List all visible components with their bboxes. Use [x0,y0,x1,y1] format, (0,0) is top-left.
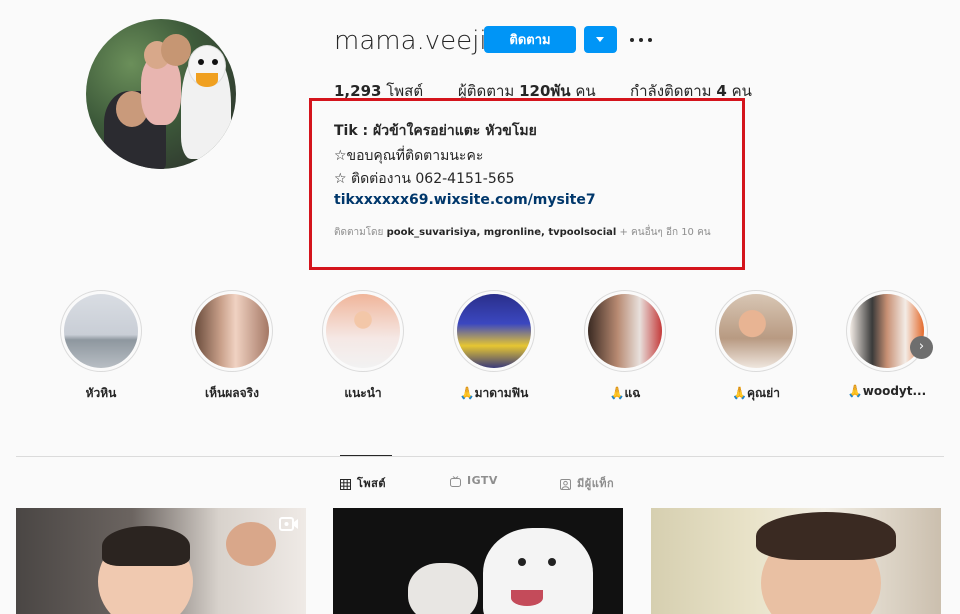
highlight-label: 🙏คุณย่า [732,386,780,400]
username: mama.veeji [334,26,487,56]
bio-line-thanks: ☆ขอบคุณที่ติดตามนะคะ [334,148,484,164]
highlight-woody[interactable] [846,290,928,372]
grid-icon [340,478,351,490]
followed-by[interactable]: ติดตามโดย pook_suvarisiya, mgronline, tv… [334,225,711,240]
highlight-madamfin[interactable] [453,290,535,372]
bio-name: Tik : ผัวข้าใครอย่าแตะ หัวขโมย [334,123,537,139]
highlight-label: 🙏แฉ [609,386,641,400]
more-options-icon[interactable] [628,28,654,52]
bio-website-link[interactable]: tikxxxxxx69.wixsite.com/mysite7 [334,192,596,208]
tab-tagged[interactable]: มีผู้แท็ก [560,474,614,492]
highlight-recommend[interactable] [322,290,404,372]
igtv-icon [450,475,461,487]
tab-posts[interactable]: โพสต์ [340,474,386,492]
highlight-label: หัวหิน [85,386,117,400]
highlight-label: แนะนำ [344,386,382,400]
highlight-label: 🙏มาดามฟิน [459,386,529,400]
post-thumbnail[interactable] [651,508,941,614]
post-thumbnail[interactable] [333,508,623,614]
highlight-label: เห็นผลจริง [205,386,259,400]
highlight-results[interactable] [191,290,273,372]
profile-avatar[interactable] [86,19,236,169]
chevron-down-icon [596,37,604,42]
tab-igtv[interactable]: IGTV [450,474,498,487]
follow-button[interactable]: ติดตาม [484,26,576,53]
video-icon [279,517,298,531]
tagged-icon [560,478,571,490]
highlight-chae[interactable] [584,290,666,372]
post-thumbnail[interactable] [16,508,306,614]
active-tab-indicator [340,455,392,456]
highlight-label: 🙏woodyt... [847,384,927,398]
highlight-grandma[interactable] [715,290,797,372]
bio-line-contact: ☆ ติดต่องาน 062-4151-565 [334,171,515,187]
highlights-next-icon[interactable]: › [910,336,933,359]
highlight-huahin[interactable] [60,290,142,372]
suggested-dropdown-button[interactable] [584,26,617,53]
tabs-divider [16,456,944,457]
